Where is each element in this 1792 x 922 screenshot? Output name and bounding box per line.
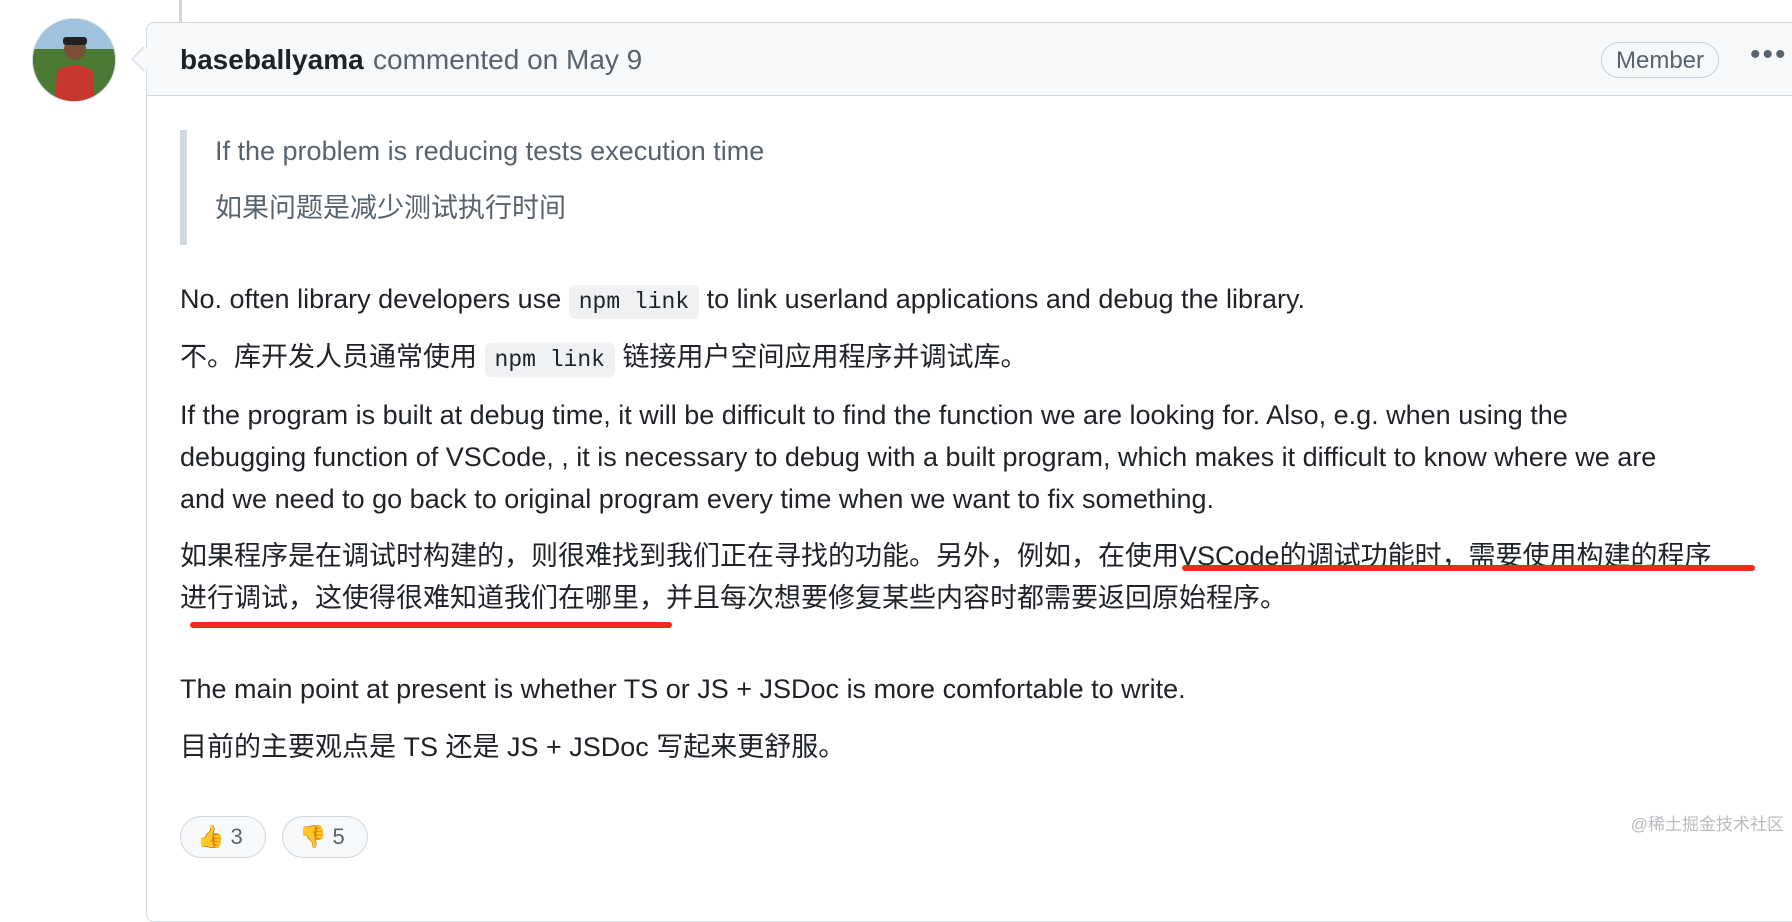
- paragraph-npm-link-en: No. often library developers use npm lin…: [180, 278, 1305, 323]
- comment-timestamp[interactable]: commented on May 9: [373, 43, 642, 77]
- paragraph-main-point: The main point at present is whether TS …: [180, 674, 1186, 704]
- timeline-line: [179, 0, 182, 22]
- paragraph-text: to link userland applications and debug …: [699, 284, 1306, 314]
- thumbs-down-icon: 👎: [299, 824, 327, 849]
- reaction-count: 3: [230, 824, 243, 849]
- paragraph-npm-link-zh: 不。库开发人员通常使用 npm link 链接用户空间应用程序并调试库。: [180, 336, 1027, 381]
- reaction-thumbs-up[interactable]: 👍 3: [180, 816, 266, 858]
- paragraph-debug-line-3: and we need to go back to original progr…: [180, 484, 1215, 514]
- blockquote-bar: [180, 130, 187, 245]
- kebab-horizontal-icon[interactable]: •••: [1750, 38, 1788, 72]
- paragraph-main-point-zh: 目前的主要观点是 TS 还是 JS + JSDoc 写起来更舒服。: [180, 732, 846, 762]
- author-link[interactable]: baseballyama: [180, 43, 364, 77]
- reaction-count: 5: [332, 824, 345, 849]
- code-npm-link: npm link: [484, 343, 615, 377]
- avatar[interactable]: [32, 18, 116, 102]
- quote-line-en: If the problem is reducing tests executi…: [215, 136, 765, 166]
- paragraph-text: No. often library developers use: [180, 284, 569, 314]
- reaction-thumbs-down[interactable]: 👎 5: [282, 816, 368, 858]
- watermark: @稀土掘金技术社区: [1630, 815, 1784, 834]
- paragraph-debug-line-2: debugging function of VSCode, , it is ne…: [180, 442, 1657, 472]
- paragraph-text: 不。库开发人员通常使用: [180, 342, 485, 372]
- paragraph-debug-zh-line-2: 进行调试，这使得很难知道我们在哪里，并且每次想要修复某些内容时都需要返回原始程序…: [180, 583, 1287, 613]
- thumbs-up-icon: 👍: [197, 824, 225, 849]
- paragraph-text: 链接用户空间应用程序并调试库。: [614, 342, 1028, 372]
- red-underline-annotation-1: [1182, 565, 1755, 571]
- member-badge: Member: [1601, 42, 1720, 78]
- paragraph-debug-line-1: If the program is built at debug time, i…: [180, 400, 1568, 430]
- red-underline-annotation-2: [190, 622, 672, 628]
- quote-line-zh: 如果问题是减少测试执行时间: [215, 193, 566, 223]
- avatar-image: [33, 19, 115, 101]
- code-npm-link: npm link: [568, 285, 700, 319]
